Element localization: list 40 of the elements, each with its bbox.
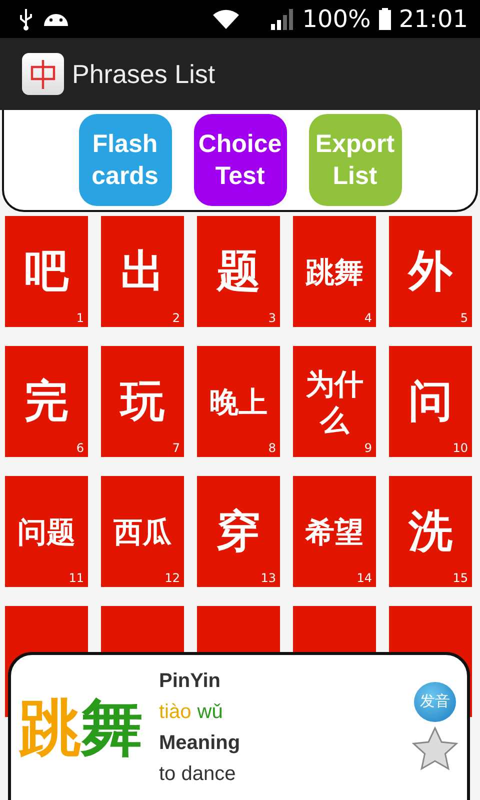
meaning-label: Meaning (159, 732, 242, 755)
phrase-text: 西瓜 (112, 514, 172, 550)
phrase-number: 1 (76, 311, 84, 325)
phrase-text: 出 (120, 245, 164, 299)
app-title: Phrases List (72, 58, 216, 90)
clock: 21:01 (398, 5, 468, 33)
phrase-text: 跳舞 (304, 254, 364, 290)
phrase-number: 3 (268, 311, 276, 325)
phrase-number: 9 (364, 441, 372, 455)
pinyin-syllable: wǔ (197, 701, 223, 724)
phrase-number: 5 (460, 311, 468, 325)
phrase-number: 15 (452, 571, 468, 585)
hanzi-character: 跳 (19, 690, 81, 766)
phrase-number: 14 (356, 571, 372, 585)
phrase-number: 6 (76, 441, 84, 455)
phrase-number: 13 (260, 571, 276, 585)
phrase-number: 4 (364, 311, 372, 325)
phrase-text: 为什么 (304, 366, 364, 438)
phrase-text: 问 (408, 375, 452, 429)
phrase-text: 吧 (24, 245, 68, 299)
phrase-text: 玩 (120, 375, 164, 429)
phrase-text: 晚上 (208, 384, 268, 420)
phrase-number: 8 (268, 441, 276, 455)
phrase-text: 外 (408, 245, 452, 299)
battery-level: 100% (302, 5, 371, 33)
pinyin-label: PinYin (159, 670, 222, 693)
phrase-text: 问题 (16, 514, 76, 550)
phrase-text: 洗 (408, 505, 452, 559)
phrase-number: 11 (68, 571, 84, 585)
phrase-text: 希望 (304, 514, 364, 550)
pinyin-syllable: tiào (159, 701, 192, 724)
phrase-number: 12 (164, 571, 180, 585)
meaning-text: to dance (159, 763, 237, 786)
phrase-text: 完 (24, 375, 68, 429)
phrase-text: 题 (216, 245, 260, 299)
phrase-number: 10 (452, 441, 468, 455)
hanzi-character: 舞 (81, 690, 143, 766)
phrase-text: 穿 (216, 505, 260, 559)
phrase-number: 7 (172, 441, 180, 455)
phrase-number: 2 (172, 311, 180, 325)
